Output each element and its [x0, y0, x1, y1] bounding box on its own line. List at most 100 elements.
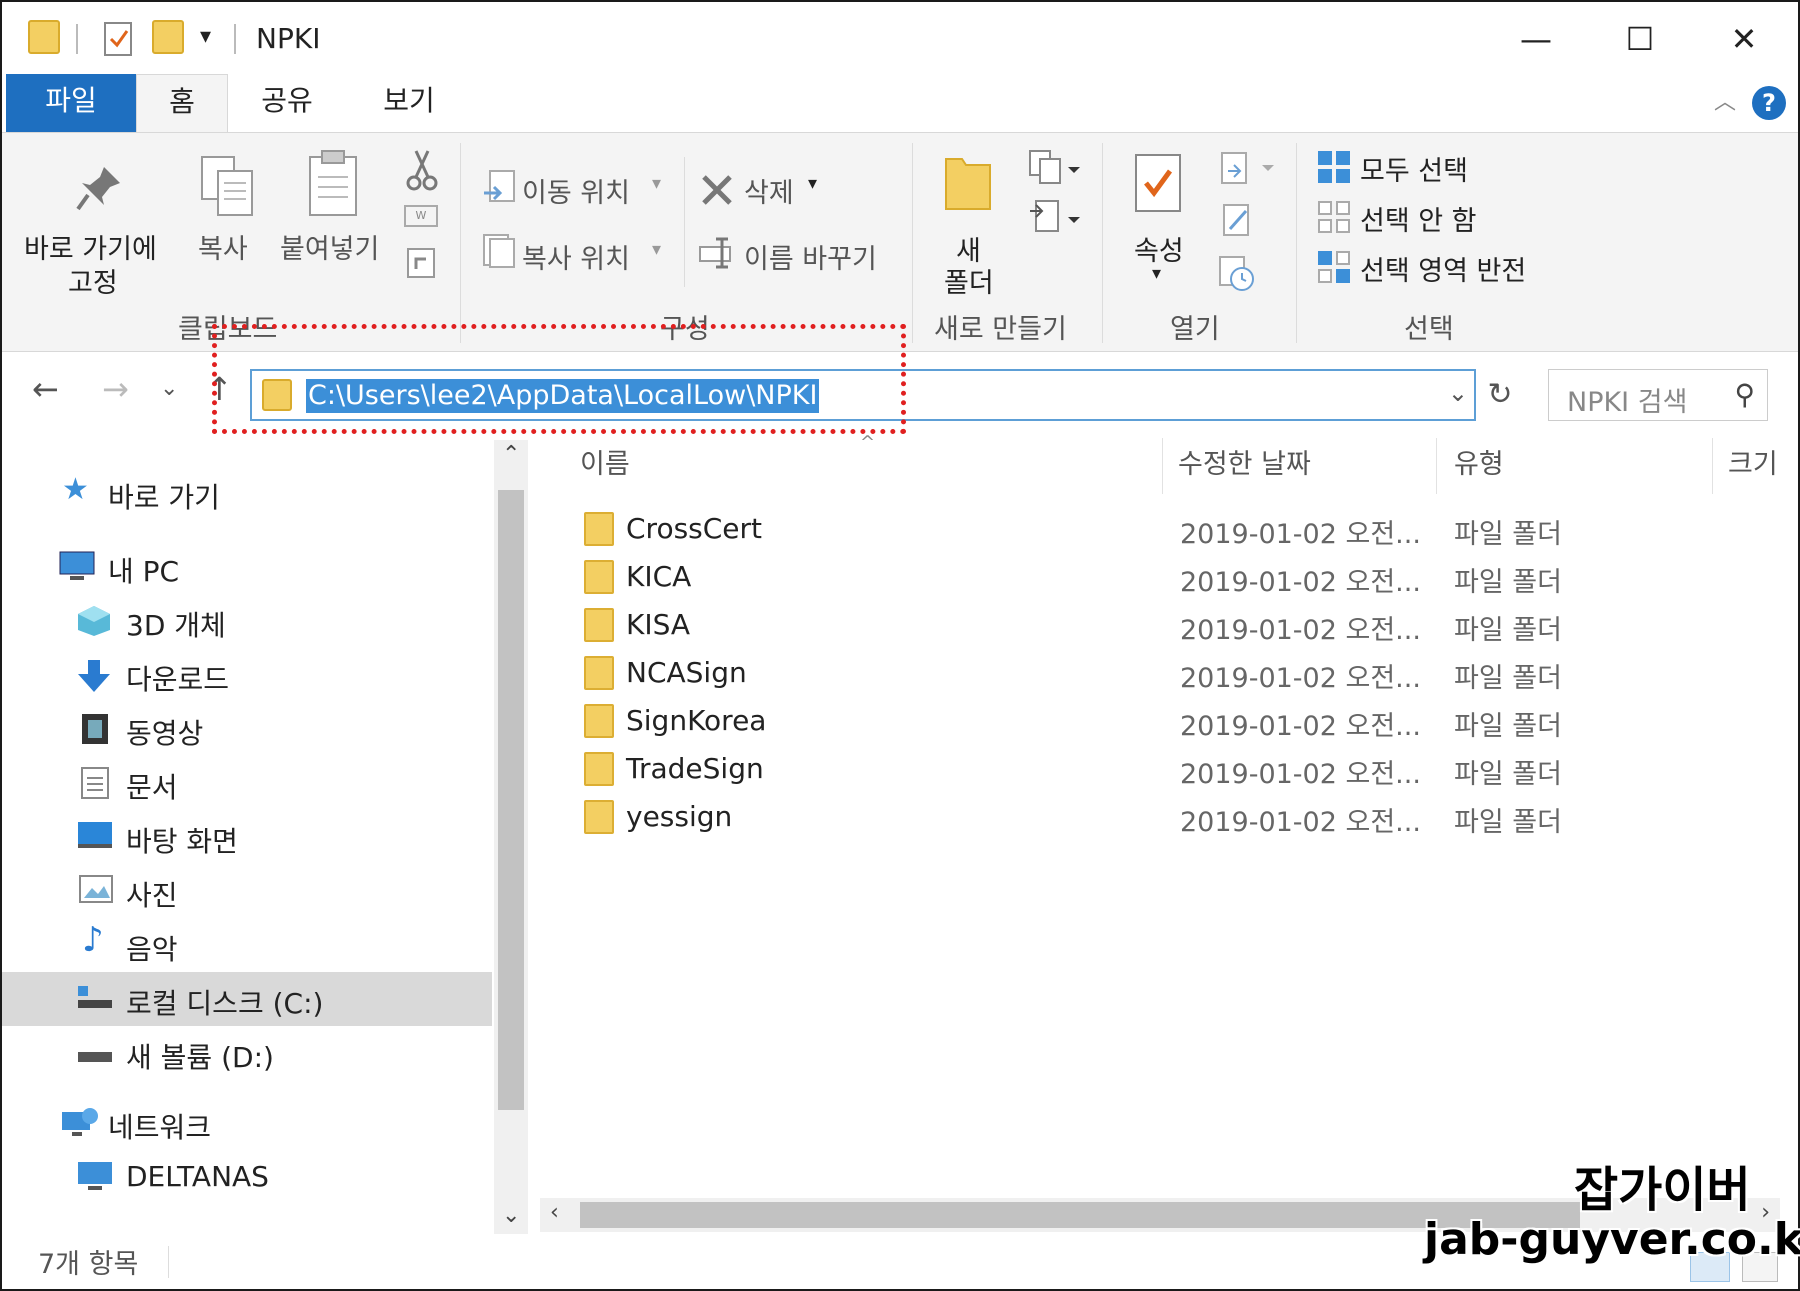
scroll-up-icon[interactable]: ⌃ [502, 442, 520, 467]
minimize-button[interactable]: — [1506, 14, 1566, 64]
paste-button[interactable]: 붙여넣기 [280, 227, 379, 266]
nav-item-quick-access[interactable]: ★ 바로 가기 [2, 466, 492, 520]
file-type: 파일 폴더 [1454, 711, 1562, 742]
explorer-window: ▾ NPKI — ☐ ✕ 파일 홈 공유 보기 ︿ ? 바로 가기에 고정 복사… [0, 0, 1800, 1291]
copy-to-button[interactable]: 복사 위치 [522, 237, 630, 276]
delete-button[interactable]: 삭제 [744, 171, 794, 210]
help-icon[interactable]: ? [1752, 86, 1786, 120]
divider [460, 143, 461, 343]
divider [1162, 438, 1163, 494]
folder-icon [584, 656, 614, 690]
back-button[interactable]: ← [32, 370, 59, 408]
column-header-name[interactable]: 이름 [580, 442, 630, 498]
nav-item-documents[interactable]: 문서 [2, 756, 492, 810]
divider [234, 24, 236, 54]
collapse-ribbon-icon[interactable]: ︿ [1714, 84, 1736, 116]
new-group-label: 새로 만들기 [934, 314, 1067, 345]
annotation-highlight-box [212, 324, 906, 434]
folder-icon [584, 800, 614, 834]
nav-item-music[interactable]: ♪ 음악 [2, 918, 492, 972]
divider [1712, 438, 1713, 494]
nav-item-local-disk-c[interactable]: 로컬 디스크 (C:) [2, 972, 492, 1026]
nav-item-pictures[interactable]: 사진 [2, 864, 492, 918]
column-header-size[interactable]: 크기 [1728, 442, 1778, 498]
tab-file[interactable]: 파일 [6, 74, 136, 132]
copy-to-icon [483, 234, 515, 268]
cut-icon[interactable] [406, 149, 438, 191]
column-header-date[interactable]: 수정한 날짜 [1178, 442, 1311, 498]
nav-item-desktop[interactable]: 바탕 화면 [2, 810, 492, 864]
close-button[interactable]: ✕ [1714, 14, 1774, 64]
tab-view[interactable]: 보기 [364, 74, 454, 132]
file-date: 2019-01-02 오전... [1180, 663, 1421, 694]
search-input[interactable]: NPKI 검색 ⚲ [1548, 369, 1768, 421]
scroll-down-icon[interactable]: ⌄ [502, 1203, 520, 1228]
nav-item-network[interactable]: 네트워크 [2, 1096, 492, 1150]
folder-icon [584, 752, 614, 786]
file-name: CrossCert [626, 512, 763, 545]
recent-locations-button[interactable]: ⌄ [160, 376, 178, 401]
invert-selection-button[interactable]: 선택 영역 반전 [1360, 249, 1526, 288]
forward-button[interactable]: → [102, 370, 129, 408]
file-type: 파일 폴더 [1454, 567, 1562, 598]
video-icon [80, 712, 114, 744]
edit-icon[interactable] [1220, 201, 1254, 239]
nav-item-videos[interactable]: 동영상 [2, 702, 492, 756]
copy-path-icon[interactable]: W [404, 205, 438, 227]
copy-button[interactable]: 복사 [198, 227, 248, 266]
scrollbar-thumb[interactable] [498, 490, 524, 1110]
new-item-icon[interactable] [1026, 149, 1082, 189]
scroll-left-icon[interactable]: ‹ [550, 1200, 559, 1225]
star-icon: ★ [62, 472, 89, 507]
select-none-button[interactable]: 선택 안 함 [1360, 199, 1477, 238]
file-row[interactable]: TradeSign 2019-01-02 오전... 파일 폴더 [582, 746, 1782, 794]
divider [76, 24, 78, 54]
title-bar: ▾ NPKI — ☐ ✕ [2, 2, 1798, 74]
nav-item-deltanas[interactable]: DELTANAS [2, 1150, 492, 1204]
column-header-type[interactable]: 유형 [1454, 442, 1504, 498]
properties-quick-icon[interactable] [102, 20, 136, 58]
chevron-down-icon[interactable]: ⌄ [1448, 379, 1468, 407]
file-row[interactable]: CrossCert 2019-01-02 오전... 파일 폴더 [582, 506, 1782, 554]
select-none-icon [1318, 201, 1350, 233]
open-icon[interactable] [1218, 149, 1278, 189]
new-folder-label-2: 폴더 [944, 268, 994, 299]
search-icon: ⚲ [1734, 378, 1755, 411]
file-row[interactable]: SignKorea 2019-01-02 오전... 파일 폴더 [582, 698, 1782, 746]
nav-item-this-pc[interactable]: 내 PC [2, 540, 492, 594]
refresh-button[interactable]: ↻ [1480, 369, 1520, 421]
cube-icon [76, 604, 110, 636]
pin-icon [76, 167, 120, 211]
folder-icon [28, 20, 60, 58]
rename-button[interactable]: 이름 바꾸기 [744, 237, 877, 276]
tab-share[interactable]: 공유 [242, 74, 332, 132]
file-row[interactable]: NCASign 2019-01-02 오전... 파일 폴더 [582, 650, 1782, 698]
file-row[interactable]: KISA 2019-01-02 오전... 파일 폴더 [582, 602, 1782, 650]
divider [1102, 143, 1103, 343]
file-row[interactable]: KICA 2019-01-02 오전... 파일 폴더 [582, 554, 1782, 602]
paste-shortcut-icon[interactable] [406, 245, 436, 279]
file-row[interactable]: yessign 2019-01-02 오전... 파일 폴더 [582, 794, 1782, 842]
new-folder-quick-icon[interactable] [152, 20, 184, 58]
copy-icon [201, 156, 253, 216]
folder-icon [584, 512, 614, 546]
computer-icon [76, 1160, 112, 1192]
nav-item-new-volume-d[interactable]: 새 볼륨 (D:) [2, 1026, 492, 1080]
nav-item-3d-objects[interactable]: 3D 개체 [2, 594, 492, 648]
ribbon-tabs: 파일 홈 공유 보기 [2, 74, 1798, 132]
nav-item-downloads[interactable]: 다운로드 [2, 648, 492, 702]
select-all-button[interactable]: 모두 선택 [1360, 149, 1468, 188]
move-to-button[interactable]: 이동 위치 [522, 171, 630, 210]
chevron-down-icon: ▾ [808, 173, 818, 194]
maximize-button[interactable]: ☐ [1610, 14, 1670, 64]
tab-home[interactable]: 홈 [136, 74, 228, 132]
document-icon [80, 766, 114, 799]
select-all-icon [1318, 151, 1350, 183]
file-type: 파일 폴더 [1454, 663, 1562, 694]
window-title: NPKI [256, 22, 321, 55]
nav-scrollbar[interactable]: ⌃ ⌄ [494, 440, 528, 1234]
customize-quick-access-icon[interactable]: ▾ [200, 24, 211, 62]
history-icon[interactable] [1216, 255, 1258, 293]
easy-access-icon[interactable] [1026, 199, 1082, 239]
file-name: TradeSign [626, 752, 764, 785]
